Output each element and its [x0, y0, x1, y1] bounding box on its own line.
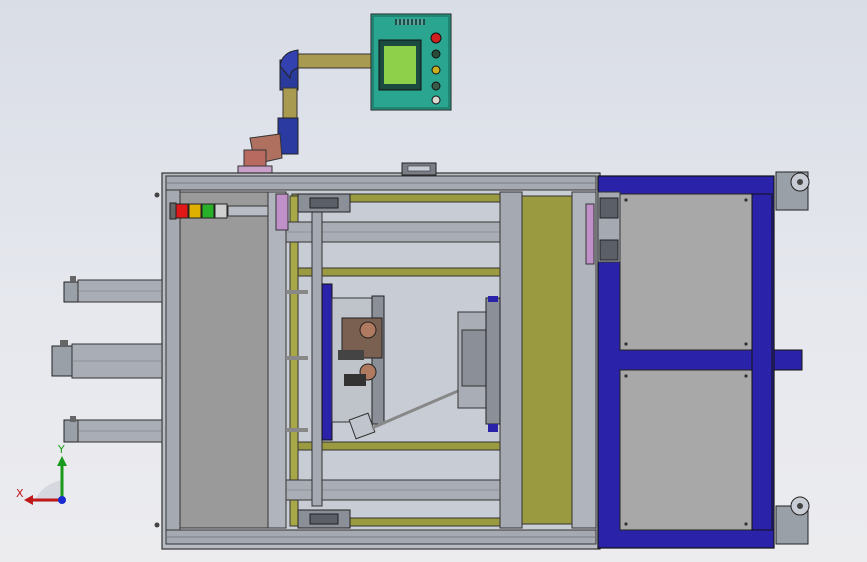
panel-button — [431, 65, 441, 75]
cylinder-middle — [51, 340, 163, 379]
signal-light — [175, 203, 189, 219]
coordinate-triad — [24, 456, 67, 505]
panel-button — [431, 95, 441, 105]
control-panel — [370, 13, 452, 111]
blue-frame — [585, 175, 803, 549]
triad-x-label: X — [16, 487, 24, 500]
panel-button — [430, 32, 442, 44]
signal-light — [201, 203, 215, 219]
signal-light — [214, 203, 228, 219]
cad-model-viewport[interactable] — [0, 0, 867, 562]
hmi-screen — [384, 46, 416, 84]
signal-light — [188, 203, 202, 219]
signal-tower-mount — [227, 205, 269, 217]
vent-grille — [395, 19, 425, 25]
triad-y-label: Y — [58, 443, 65, 456]
triad-z-axis — [58, 496, 66, 504]
panel-button — [431, 49, 441, 59]
clamp-top — [297, 193, 351, 213]
clamp-bottom — [297, 509, 351, 529]
cylinder-top — [63, 276, 163, 303]
caster-wheel-top — [775, 171, 810, 211]
cylinder-bottom — [63, 416, 163, 443]
panel-button — [431, 81, 441, 91]
cable-duct — [237, 49, 374, 175]
caster-wheel-bottom — [775, 496, 810, 545]
